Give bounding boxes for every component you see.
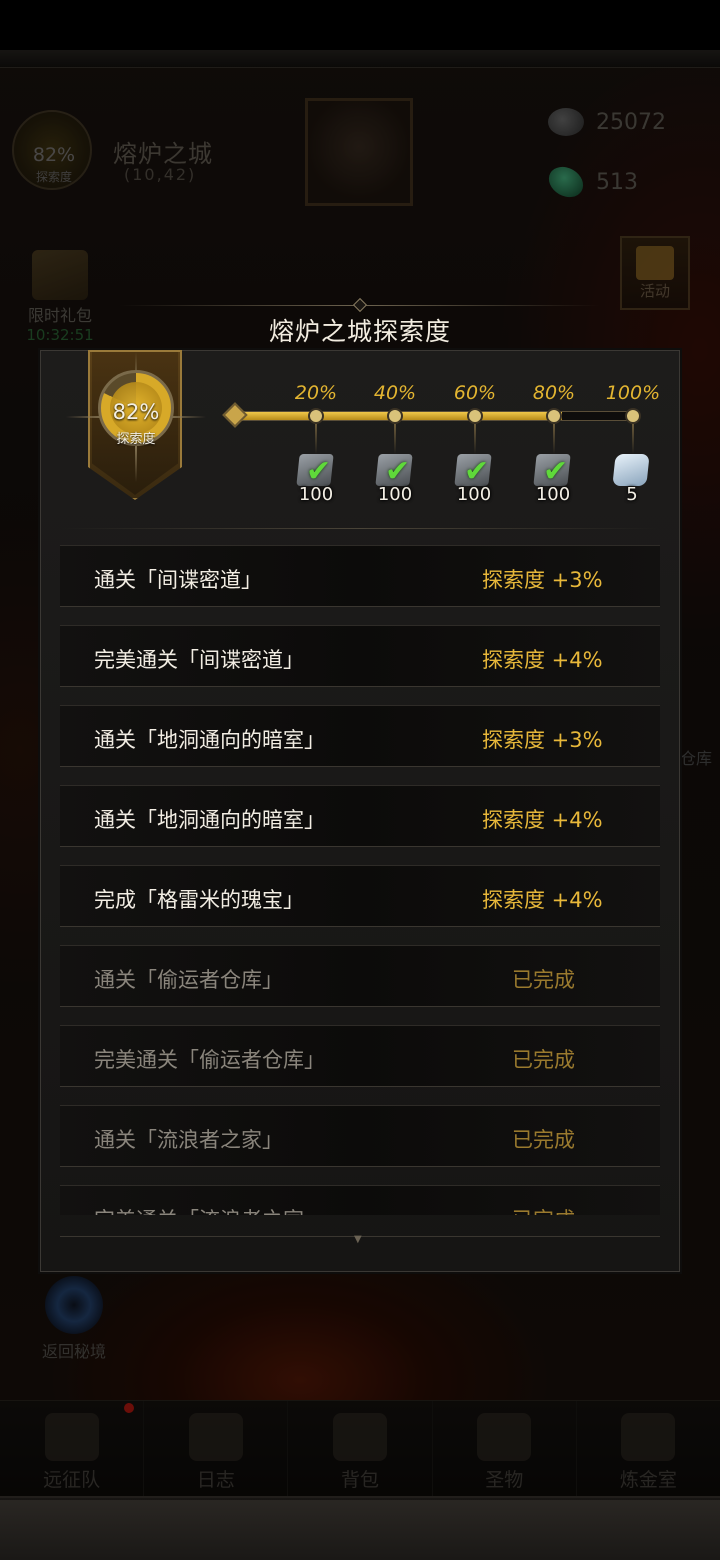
- reward-qty: 100: [456, 484, 492, 505]
- task-name: 通关「间谍密道」: [94, 568, 262, 592]
- task-name: 通关「地洞通向的暗室」: [94, 728, 325, 752]
- milestone-reward-60[interactable]: ✔ 100: [444, 448, 504, 508]
- task-status: 已完成: [512, 968, 575, 992]
- task-row-completed: 完美通关「偷运者仓库」 已完成: [60, 1025, 660, 1087]
- milestone-pct-40: 40%: [373, 382, 417, 404]
- task-row: 通关「间谍密道」 探索度 +3%: [60, 545, 660, 607]
- task-name: 完美通关「偷运者仓库」: [94, 1048, 325, 1072]
- task-reward: 探索度 +4%: [482, 808, 603, 832]
- status-bar: [0, 0, 720, 50]
- reward-qty: 100: [377, 484, 413, 505]
- task-row-completed: 完美通关「流浪者之家」 已完成: [60, 1185, 660, 1215]
- footer-band: [0, 1496, 720, 1560]
- task-row: 完成「格雷米的瑰宝」 探索度 +4%: [60, 865, 660, 927]
- dialog-title: 熔炉之城探索度: [268, 317, 451, 346]
- milestone-pct-20: 20%: [294, 382, 338, 404]
- milestone-reward-40[interactable]: ✔ 100: [365, 448, 425, 508]
- task-status: 已完成: [512, 1048, 575, 1072]
- task-reward: 探索度 +3%: [482, 728, 603, 752]
- milestone-reward-80[interactable]: ✔ 100: [523, 448, 583, 508]
- task-name: 完美通关「间谍密道」: [94, 648, 304, 672]
- milestone-node: [387, 408, 403, 424]
- task-reward: 探索度 +3%: [482, 568, 603, 592]
- task-reward: 探索度 +4%: [482, 888, 603, 912]
- milestone-reward-20[interactable]: ✔ 100: [286, 448, 346, 508]
- task-list[interactable]: 通关「间谍密道」 探索度 +3% 完美通关「间谍密道」 探索度 +4% 通关「地…: [60, 545, 660, 1215]
- task-reward: 探索度 +4%: [482, 648, 603, 672]
- task-name: 完美通关「流浪者之家」: [94, 1204, 325, 1215]
- task-status: 已完成: [512, 1204, 575, 1215]
- task-row: 通关「地洞通向的暗室」 探索度 +3%: [60, 705, 660, 767]
- milestone-node: [308, 408, 324, 424]
- exploration-label: 探索度: [116, 432, 156, 447]
- task-name: 通关「地洞通向的暗室」: [94, 808, 325, 832]
- task-name: 通关「流浪者之家」: [94, 1128, 283, 1152]
- task-row-completed: 通关「偷运者仓库」 已完成: [60, 945, 660, 1007]
- milestone-node: [546, 408, 562, 424]
- reward-qty: 100: [535, 484, 571, 505]
- crystal-icon: [612, 454, 650, 486]
- chevron-down-icon: ▼: [354, 1234, 362, 1245]
- milestone-reward-100[interactable]: 5: [602, 448, 662, 508]
- milestone-pct-60: 60%: [453, 382, 497, 404]
- task-name: 通关「偷运者仓库」: [94, 968, 283, 992]
- milestone-pct-80: 80%: [532, 382, 576, 404]
- task-row: 完美通关「间谍密道」 探索度 +4%: [60, 625, 660, 687]
- reward-qty: 5: [626, 484, 638, 505]
- task-row-completed: 通关「流浪者之家」 已完成: [60, 1105, 660, 1167]
- section-divider: [60, 528, 660, 529]
- milestone-node: [625, 408, 641, 424]
- exploration-progress-track: [238, 411, 634, 421]
- reward-qty: 100: [298, 484, 334, 505]
- task-status: 已完成: [512, 1128, 575, 1152]
- task-row: 通关「地洞通向的暗室」 探索度 +4%: [60, 785, 660, 847]
- task-name: 完成「格雷米的瑰宝」: [94, 888, 304, 912]
- milestone-pct-100: 100%: [605, 382, 661, 404]
- milestone-node: [467, 408, 483, 424]
- exploration-pct: 82%: [112, 400, 160, 424]
